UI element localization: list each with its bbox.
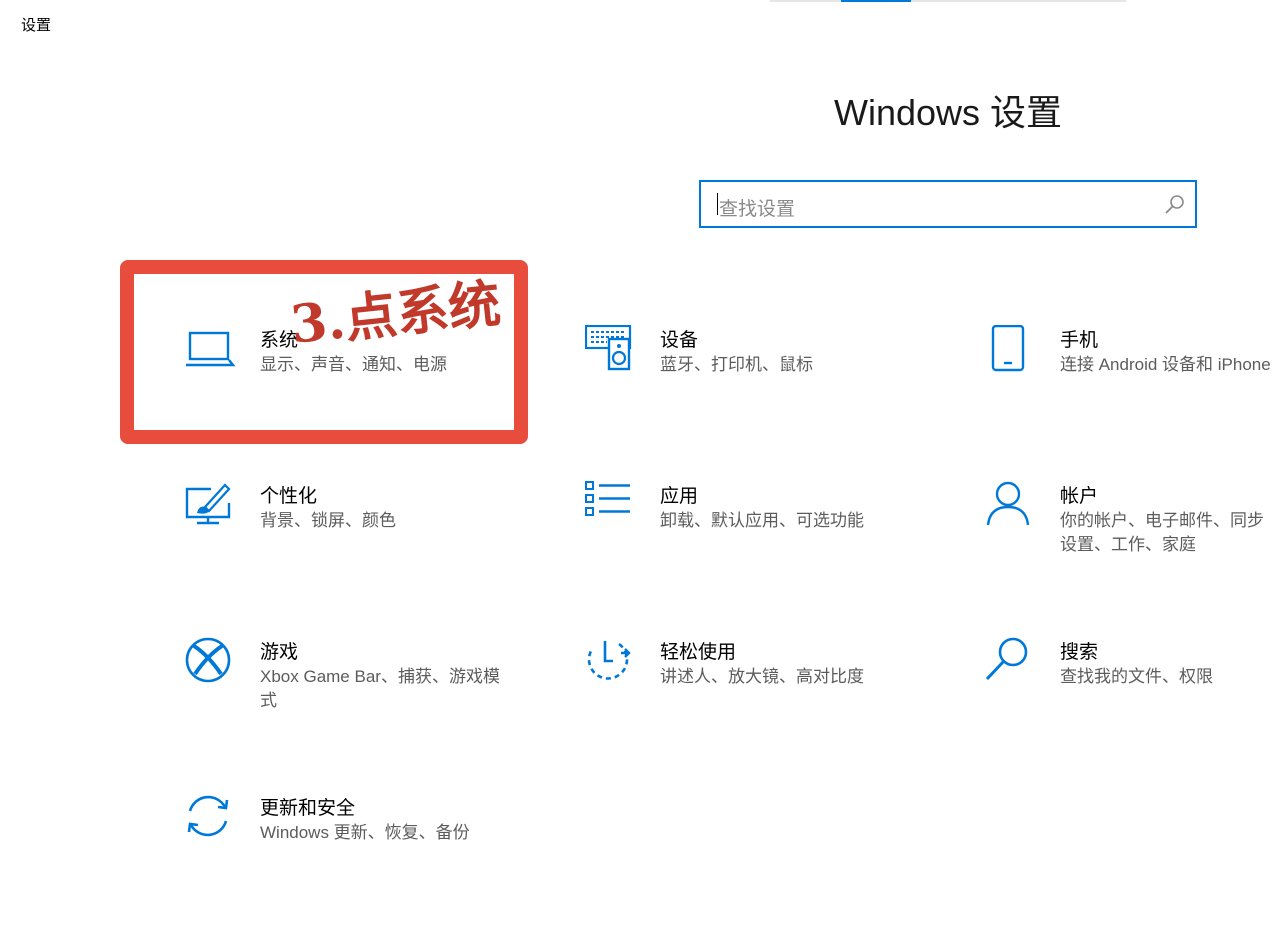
xbox-icon xyxy=(185,637,237,689)
tile-phone[interactable]: 手机 连接 Android 设备和 iPhone xyxy=(985,325,1280,435)
tile-system-name: 系统 xyxy=(260,330,299,351)
personalization-icon xyxy=(185,481,237,533)
top-accent-bar xyxy=(841,0,911,2)
search-icon xyxy=(985,637,1037,689)
tile-ease-of-access-desc: 讲述人、放大镜、高对比度 xyxy=(660,667,864,686)
apps-icon xyxy=(585,481,637,533)
tile-apps-name: 应用 xyxy=(660,486,699,507)
tile-accounts-name: 帐户 xyxy=(1060,486,1099,507)
tile-system[interactable]: 系统 显示、声音、通知、电源 xyxy=(185,325,555,435)
window-title: 设置 xyxy=(21,17,52,34)
search-icon[interactable] xyxy=(1163,193,1187,217)
tile-phone-desc: 连接 Android 设备和 iPhone xyxy=(1060,355,1271,374)
tile-gaming[interactable]: 游戏 Xbox Game Bar、捕获、游戏模式 xyxy=(185,637,555,747)
tile-devices-desc: 蓝牙、打印机、鼠标 xyxy=(660,355,813,374)
tile-search-desc: 查找我的文件、权限 xyxy=(1060,667,1213,686)
tile-search-name: 搜索 xyxy=(1060,642,1099,663)
tile-apps[interactable]: 应用 卸载、默认应用、可选功能 xyxy=(585,481,955,591)
tile-system-desc: 显示、声音、通知、电源 xyxy=(260,355,447,374)
devices-icon xyxy=(585,325,637,377)
tile-devices[interactable]: 设备 蓝牙、打印机、鼠标 xyxy=(585,325,955,435)
text-caret xyxy=(717,193,718,215)
tile-gaming-name: 游戏 xyxy=(260,642,299,663)
update-icon xyxy=(185,793,237,845)
top-divider xyxy=(770,0,1126,2)
page-title: Windows 设置 xyxy=(833,92,1063,133)
search-input[interactable]: 查找设置 xyxy=(699,180,1197,228)
tile-ease-of-access[interactable]: 轻松使用 讲述人、放大镜、高对比度 xyxy=(585,637,955,747)
tile-update-security[interactable]: 更新和安全 Windows 更新、恢复、备份 xyxy=(185,793,555,903)
tile-phone-name: 手机 xyxy=(1060,330,1099,351)
search-placeholder: 查找设置 xyxy=(719,199,796,220)
tile-personalization-name: 个性化 xyxy=(260,486,318,507)
tile-update-security-desc: Windows 更新、恢复、备份 xyxy=(260,823,470,842)
ease-of-access-icon xyxy=(585,637,637,689)
tile-ease-of-access-name: 轻松使用 xyxy=(660,642,737,663)
tile-update-security-name: 更新和安全 xyxy=(260,798,356,819)
tile-search[interactable]: 搜索 查找我的文件、权限 xyxy=(985,637,1280,747)
tile-personalization[interactable]: 个性化 背景、锁屏、颜色 xyxy=(185,481,555,591)
tile-apps-desc: 卸载、默认应用、可选功能 xyxy=(660,511,864,530)
tile-accounts[interactable]: 帐户 你的帐户、电子邮件、同步设置、工作、家庭 xyxy=(985,481,1280,591)
phone-icon xyxy=(985,325,1037,377)
account-icon xyxy=(985,481,1037,533)
tile-personalization-desc: 背景、锁屏、颜色 xyxy=(260,511,396,530)
tile-gaming-desc: Xbox Game Bar、捕获、游戏模式 xyxy=(260,667,500,710)
laptop-icon xyxy=(185,325,237,377)
tile-accounts-desc: 你的帐户、电子邮件、同步设置、工作、家庭 xyxy=(1060,511,1264,554)
tile-devices-name: 设备 xyxy=(660,330,699,351)
